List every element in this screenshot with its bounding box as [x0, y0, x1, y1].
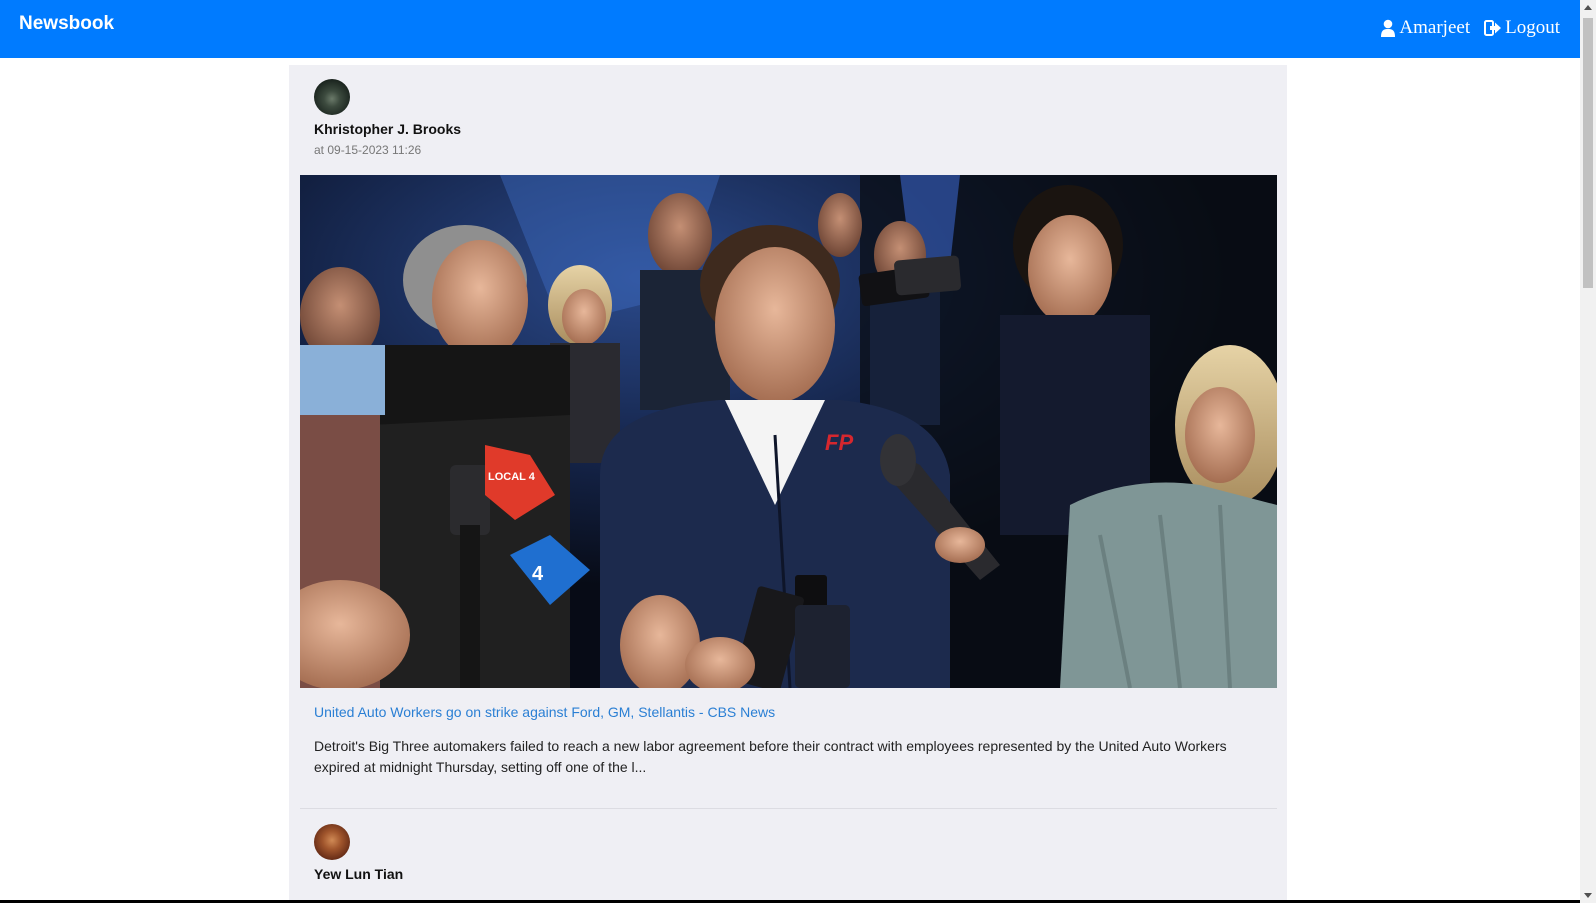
news-post: Yew Lun Tian — [289, 809, 1287, 903]
post-title-link[interactable]: United Auto Workers go on strike against… — [314, 704, 775, 720]
post-timestamp: at 09-15-2023 11:26 — [314, 143, 422, 157]
ch4-badge: 4 — [532, 563, 544, 585]
scroll-up-arrow-icon[interactable] — [1584, 5, 1592, 10]
user-icon — [1381, 19, 1396, 37]
scroll-down-arrow-icon[interactable] — [1584, 893, 1592, 898]
author-name[interactable]: Khristopher J. Brooks — [314, 121, 461, 137]
fp-logo: FP — [825, 430, 853, 455]
top-navbar: Newsbook Amarjeet Logout — [0, 0, 1580, 58]
nav-right: Amarjeet Logout — [1380, 17, 1560, 39]
post-image[interactable]: FP LOCAL 4 4 — [300, 175, 1277, 688]
logout-label: Logout — [1505, 17, 1560, 38]
news-post: Khristopher J. Brooks at 09-15-2023 11:2… — [289, 65, 1287, 809]
press-scrum-photo: FP LOCAL 4 4 — [300, 175, 1277, 688]
user-link[interactable]: Amarjeet — [1380, 17, 1470, 39]
vertical-scrollbar[interactable] — [1580, 0, 1596, 903]
local4-badge: LOCAL 4 — [488, 471, 536, 483]
scrollbar-thumb[interactable] — [1583, 18, 1593, 288]
author-avatar[interactable] — [314, 79, 350, 115]
post-description: Detroit's Big Three automakers failed to… — [314, 738, 1227, 775]
news-feed: Khristopher J. Brooks at 09-15-2023 11:2… — [289, 65, 1287, 903]
brand-logo[interactable]: Newsbook — [19, 13, 114, 35]
logout-link[interactable]: Logout — [1484, 17, 1560, 39]
user-name: Amarjeet — [1399, 17, 1471, 38]
logout-icon — [1484, 20, 1502, 36]
author-name[interactable]: Yew Lun Tian — [314, 866, 403, 882]
author-avatar[interactable] — [314, 824, 350, 860]
